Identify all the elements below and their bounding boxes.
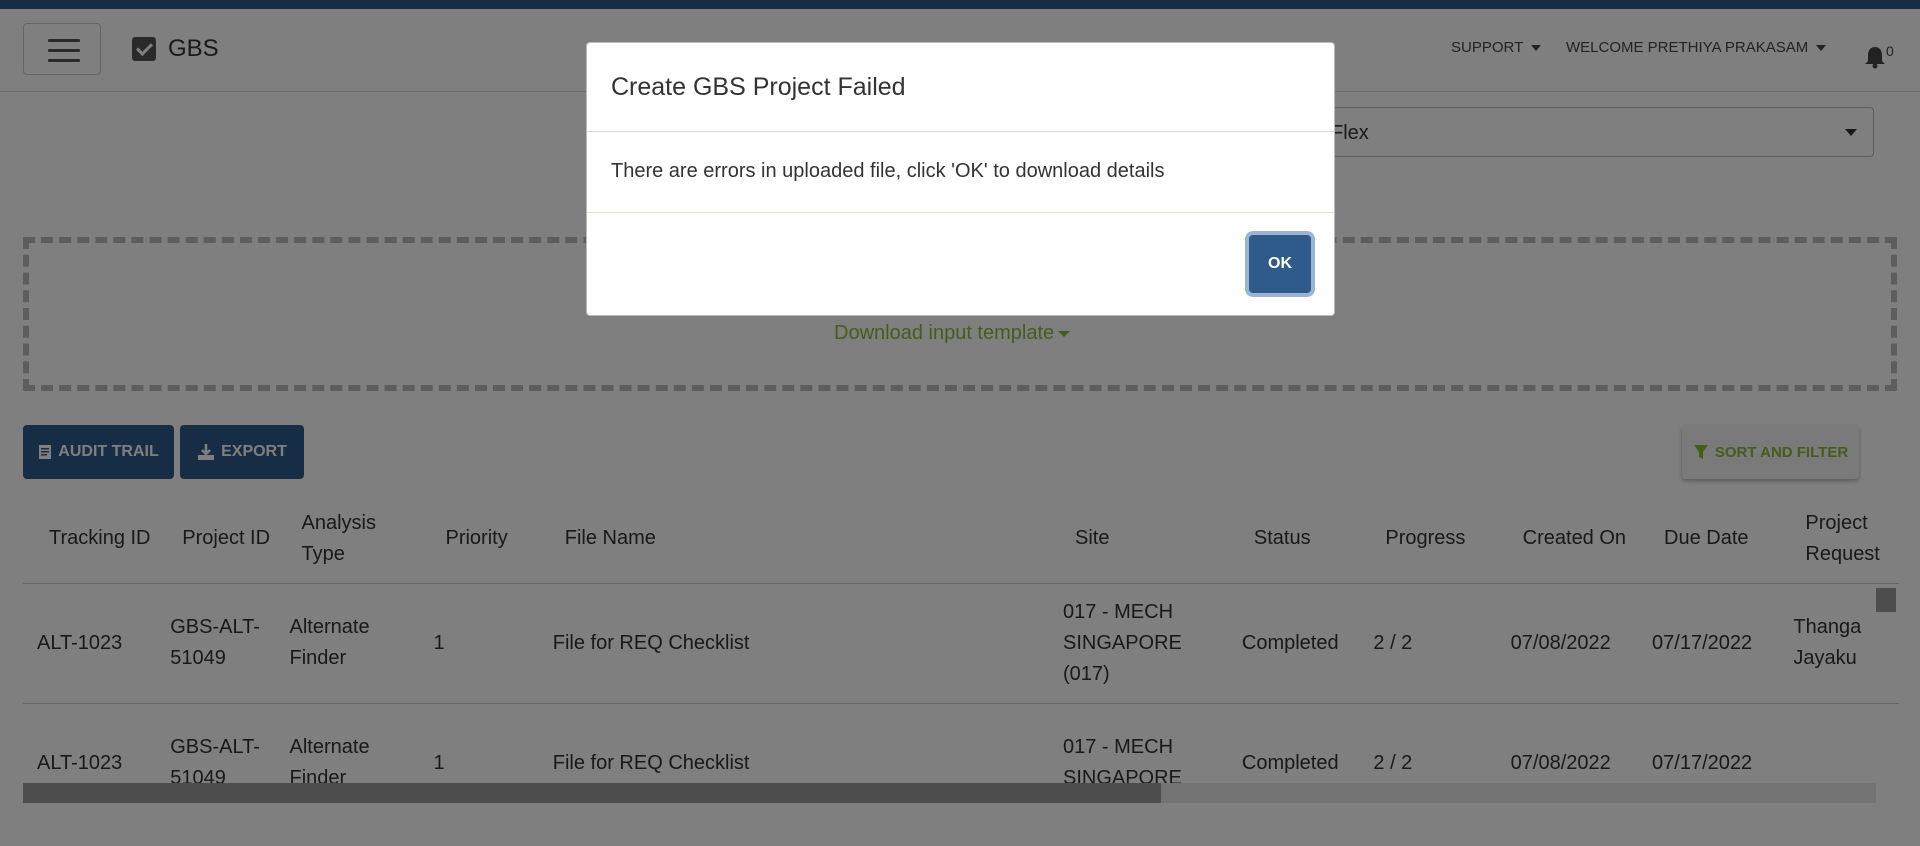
dialog-title: Create GBS Project Failed — [611, 73, 906, 101]
dialog-message: There are errors in uploaded file, click… — [611, 160, 1165, 182]
ok-button[interactable]: OK — [1249, 235, 1311, 293]
error-dialog: Create GBS Project Failed There are erro… — [586, 42, 1335, 316]
divider — [587, 131, 1334, 132]
divider — [587, 212, 1334, 213]
